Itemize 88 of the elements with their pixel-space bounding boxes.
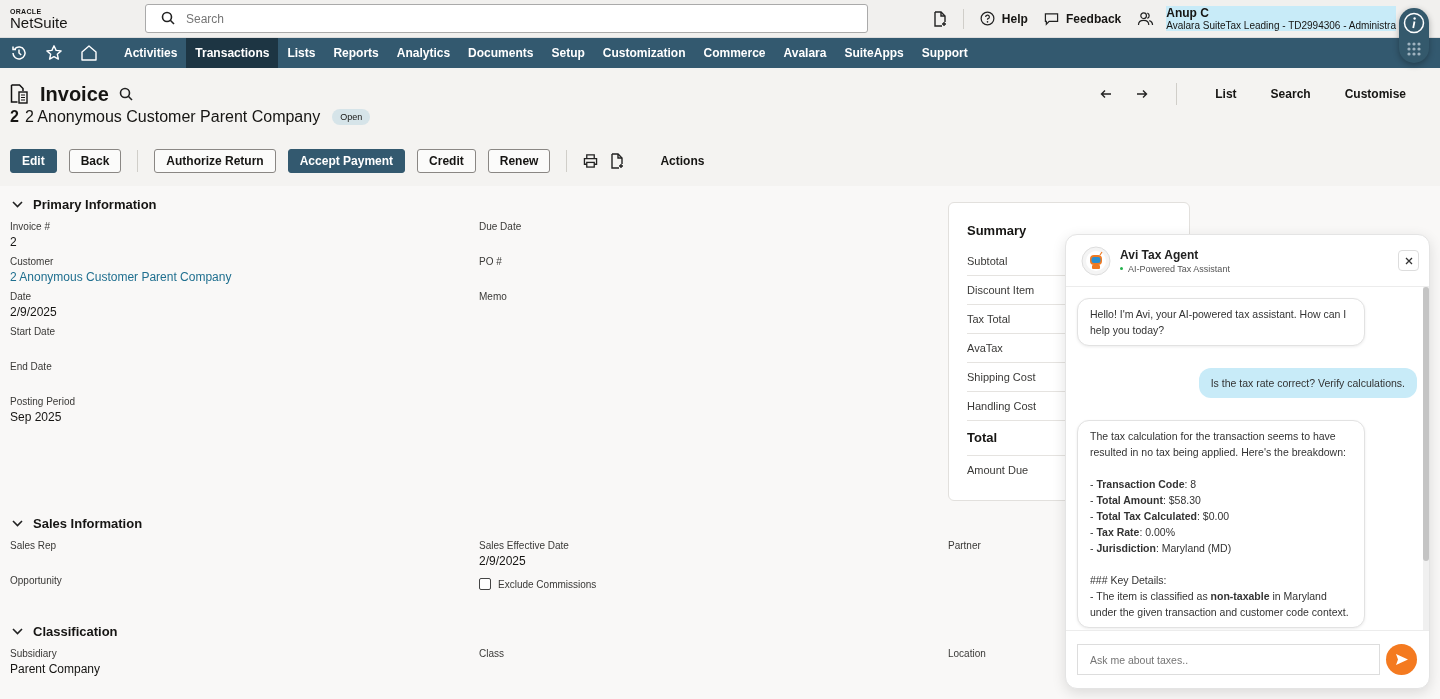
help-icon: [979, 11, 995, 26]
left-arrow-icon[interactable]: [1100, 89, 1113, 99]
nav-tab[interactable]: Transactions: [186, 38, 279, 68]
agent-message: Hello! I'm Avi, your AI-powered tax assistant. How can I help you today?: [1077, 298, 1365, 346]
send-icon: [1395, 654, 1408, 665]
nav-tab[interactable]: Analytics: [387, 38, 460, 68]
button[interactable]: Authorize Return: [154, 149, 276, 173]
checkbox-label: Exclude Commissions: [498, 578, 597, 590]
field-label: Partner: [948, 539, 981, 552]
field-label: Class: [479, 647, 504, 660]
field-link[interactable]: 2 Anonymous Customer Parent Company: [10, 268, 232, 286]
agent-message: The tax calculation for the transaction seems to have resulted in no tax being applied. Here's the breakdown: - Transaction Code: 8 - Total Amount: $58.30 - Total Tax Calculated: $0.00 - Tax Rate: 0.00% - Jurisdiction: Maryland (MD) ### Key Details: - The item is classified as non-taxable in Maryland under the given transaction and customer code context.: [1077, 420, 1365, 628]
field-label: Sales Rep: [10, 539, 57, 552]
nav-tab[interactable]: Activities: [115, 38, 187, 68]
search-field[interactable]: Search: [145, 4, 868, 33]
star-icon[interactable]: [45, 44, 63, 62]
help-link[interactable]: Help: [979, 11, 1028, 26]
field-label: Date: [10, 290, 32, 303]
user-name[interactable]: Anup C: [1166, 6, 1209, 20]
field-label: Opportunity: [10, 574, 62, 587]
record-title: Invoice: [40, 82, 109, 106]
field-value: 2/9/2025: [479, 553, 526, 570]
nav-tab[interactable]: Customization: [593, 38, 695, 68]
chat-input-field[interactable]: Ask me about taxes..: [1077, 644, 1380, 675]
history-icon[interactable]: [10, 44, 28, 62]
primary-button[interactable]: Accept Payment: [287, 149, 406, 173]
field-label: Location: [948, 647, 986, 660]
actions-menu[interactable]: Actions: [660, 154, 705, 168]
info-icon[interactable]: [1403, 12, 1425, 34]
close-icon: [1404, 256, 1413, 265]
nav-tab[interactable]: Support: [912, 38, 977, 68]
field-label: Memo: [479, 290, 507, 303]
robot-avatar-icon: [1081, 245, 1111, 276]
field-label: PO #: [479, 255, 502, 268]
button[interactable]: Renew: [487, 149, 551, 173]
print-icon[interactable]: [583, 154, 599, 168]
user-message: Is the tax rate correct? Verify calculations.: [1198, 368, 1417, 398]
chevron-icon[interactable]: [12, 200, 23, 208]
field-value: 2: [10, 234, 17, 251]
nav-tab[interactable]: Avalara: [774, 38, 836, 68]
grid-dots-icon[interactable]: [1407, 42, 1421, 56]
close-button[interactable]: [1398, 250, 1419, 271]
field-value: Sep 2025: [10, 409, 62, 426]
feedback-link[interactable]: Feedback: [1043, 11, 1122, 26]
users-icon[interactable]: [1137, 11, 1155, 26]
speech-bubble-icon: [1043, 11, 1059, 26]
button[interactable]: Back: [68, 149, 122, 173]
field-label: Subsidiary: [10, 647, 57, 660]
record-name: 2 Anonymous Customer Parent Company: [24, 108, 321, 126]
nav-tab[interactable]: Commerce: [694, 38, 775, 68]
send-button[interactable]: [1386, 644, 1417, 675]
record-link[interactable]: List: [1215, 87, 1237, 101]
checkbox[interactable]: [479, 578, 491, 590]
section-title[interactable]: Classification: [33, 623, 118, 639]
search-icon[interactable]: [118, 87, 133, 101]
record-link[interactable]: Search: [1270, 87, 1311, 101]
record-number: 2: [10, 108, 19, 126]
field-value: 2/9/2025: [10, 304, 57, 321]
online-dot-icon: [1120, 267, 1123, 270]
field-label: Posting Period: [10, 395, 76, 408]
nav-tab[interactable]: Setup: [542, 38, 594, 68]
status-badge: Open: [332, 109, 371, 125]
field-label: Due Date: [479, 220, 522, 233]
field-value: Parent Company: [10, 661, 101, 678]
primary-button[interactable]: Edit: [10, 149, 57, 173]
new-document-icon[interactable]: [610, 153, 625, 169]
right-arrow-icon[interactable]: [1136, 89, 1149, 99]
nav-tab[interactable]: Documents: [459, 38, 543, 68]
field-label: End Date: [10, 360, 52, 373]
chevron-icon[interactable]: [12, 627, 23, 635]
new-document-icon[interactable]: [932, 10, 947, 27]
field-label: Customer: [10, 255, 54, 268]
nav-tab[interactable]: Reports: [324, 38, 388, 68]
nav-tab[interactable]: SuiteApps: [835, 38, 913, 68]
scrollbar[interactable]: [1423, 287, 1429, 630]
field-label: Sales Effective Date: [479, 539, 569, 552]
nav-tab[interactable]: Lists: [278, 38, 325, 68]
summary-title: Summary: [967, 223, 1028, 238]
field-label: Invoice #: [10, 220, 51, 233]
field-label: Start Date: [10, 325, 56, 338]
user-role: Avalara SuiteTax Leading - TD2994306 - Administra: [1166, 20, 1396, 31]
section-title[interactable]: Sales Information: [33, 515, 143, 531]
button[interactable]: Credit: [417, 149, 476, 173]
chevron-icon[interactable]: [12, 519, 23, 527]
home-icon[interactable]: [80, 44, 98, 62]
record-link[interactable]: Customise: [1344, 87, 1406, 101]
section-title[interactable]: Primary Information: [33, 196, 157, 212]
invoice-document-icon: [10, 84, 28, 104]
